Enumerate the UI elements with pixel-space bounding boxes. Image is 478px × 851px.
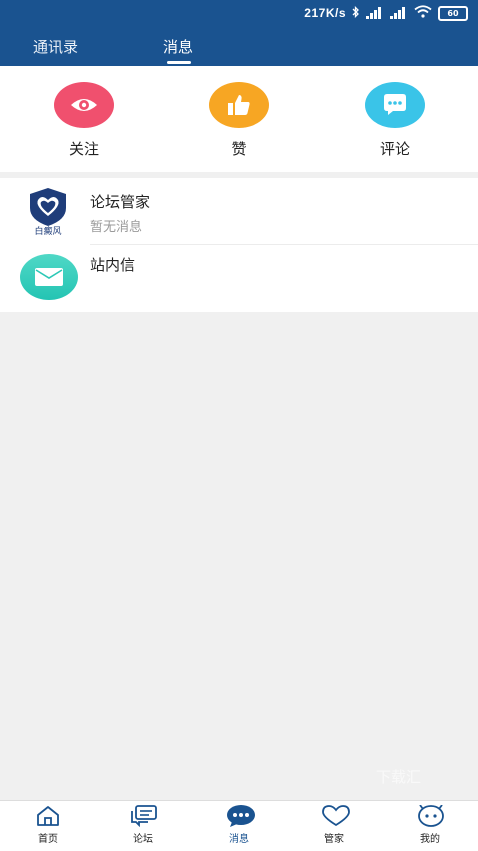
battery-icon: 60 (438, 5, 468, 21)
message-list: 白癜风 论坛管家 暂无消息 站内信 (0, 178, 478, 312)
follow-label: 关注 (68, 140, 99, 158)
list-item-title: 站内信 (90, 256, 136, 274)
nav-forum[interactable]: 论坛 (113, 805, 173, 845)
nav-label: 首页 (38, 834, 58, 845)
nav-manager[interactable]: 管家 (304, 805, 364, 845)
chat-bubble-icon (365, 82, 425, 128)
nav-label: 论坛 (133, 834, 153, 845)
app-header: 217K/s 60 通讯录 消息 (0, 0, 478, 66)
signal-icon (366, 7, 384, 19)
message-icon (226, 805, 255, 827)
follow-button[interactable]: 关注 (44, 82, 124, 159)
nav-label: 我的 (420, 834, 440, 845)
nav-label: 管家 (324, 834, 344, 845)
tab-contacts[interactable]: 通讯录 (33, 36, 78, 57)
eye-icon (54, 82, 114, 128)
comment-label: 评论 (379, 140, 410, 158)
quick-actions: 关注 赞 评论 (0, 66, 478, 172)
status-bar: 217K/s 60 (304, 4, 468, 22)
list-item-forum-manager[interactable]: 白癜风 论坛管家 暂无消息 (0, 178, 478, 245)
forum-logo: 白癜风 (22, 186, 74, 237)
heart-icon (321, 805, 350, 827)
list-item-subtitle: 暂无消息 (90, 220, 143, 235)
tab-messages[interactable]: 消息 (163, 36, 193, 57)
network-speed: 217K/s (304, 6, 346, 20)
comment-button[interactable]: 评论 (355, 82, 435, 159)
nav-home[interactable]: 首页 (18, 805, 78, 845)
active-tab-indicator (167, 61, 191, 64)
nav-messages[interactable]: 消息 (209, 805, 269, 845)
wifi-icon (414, 5, 432, 21)
profile-icon (417, 804, 444, 827)
thumbs-up-icon (209, 82, 269, 128)
mail-icon (20, 254, 78, 300)
signal-icon (390, 7, 408, 19)
bluetooth-icon (352, 5, 360, 21)
svg-text:白癜风: 白癜风 (34, 225, 61, 236)
home-icon (35, 805, 61, 827)
nav-label: 消息 (229, 834, 249, 845)
top-tabs: 通讯录 消息 (0, 36, 478, 66)
watermark: 下载汇 (376, 768, 422, 786)
like-label: 赞 (231, 140, 247, 158)
bottom-nav: 首页 论坛 消息 管家 我的 (0, 800, 478, 851)
like-button[interactable]: 赞 (199, 82, 279, 159)
forum-icon (130, 805, 157, 828)
list-item-title: 论坛管家 (90, 193, 151, 211)
nav-profile[interactable]: 我的 (400, 804, 460, 845)
list-item-inbox[interactable]: 站内信 (0, 244, 478, 312)
